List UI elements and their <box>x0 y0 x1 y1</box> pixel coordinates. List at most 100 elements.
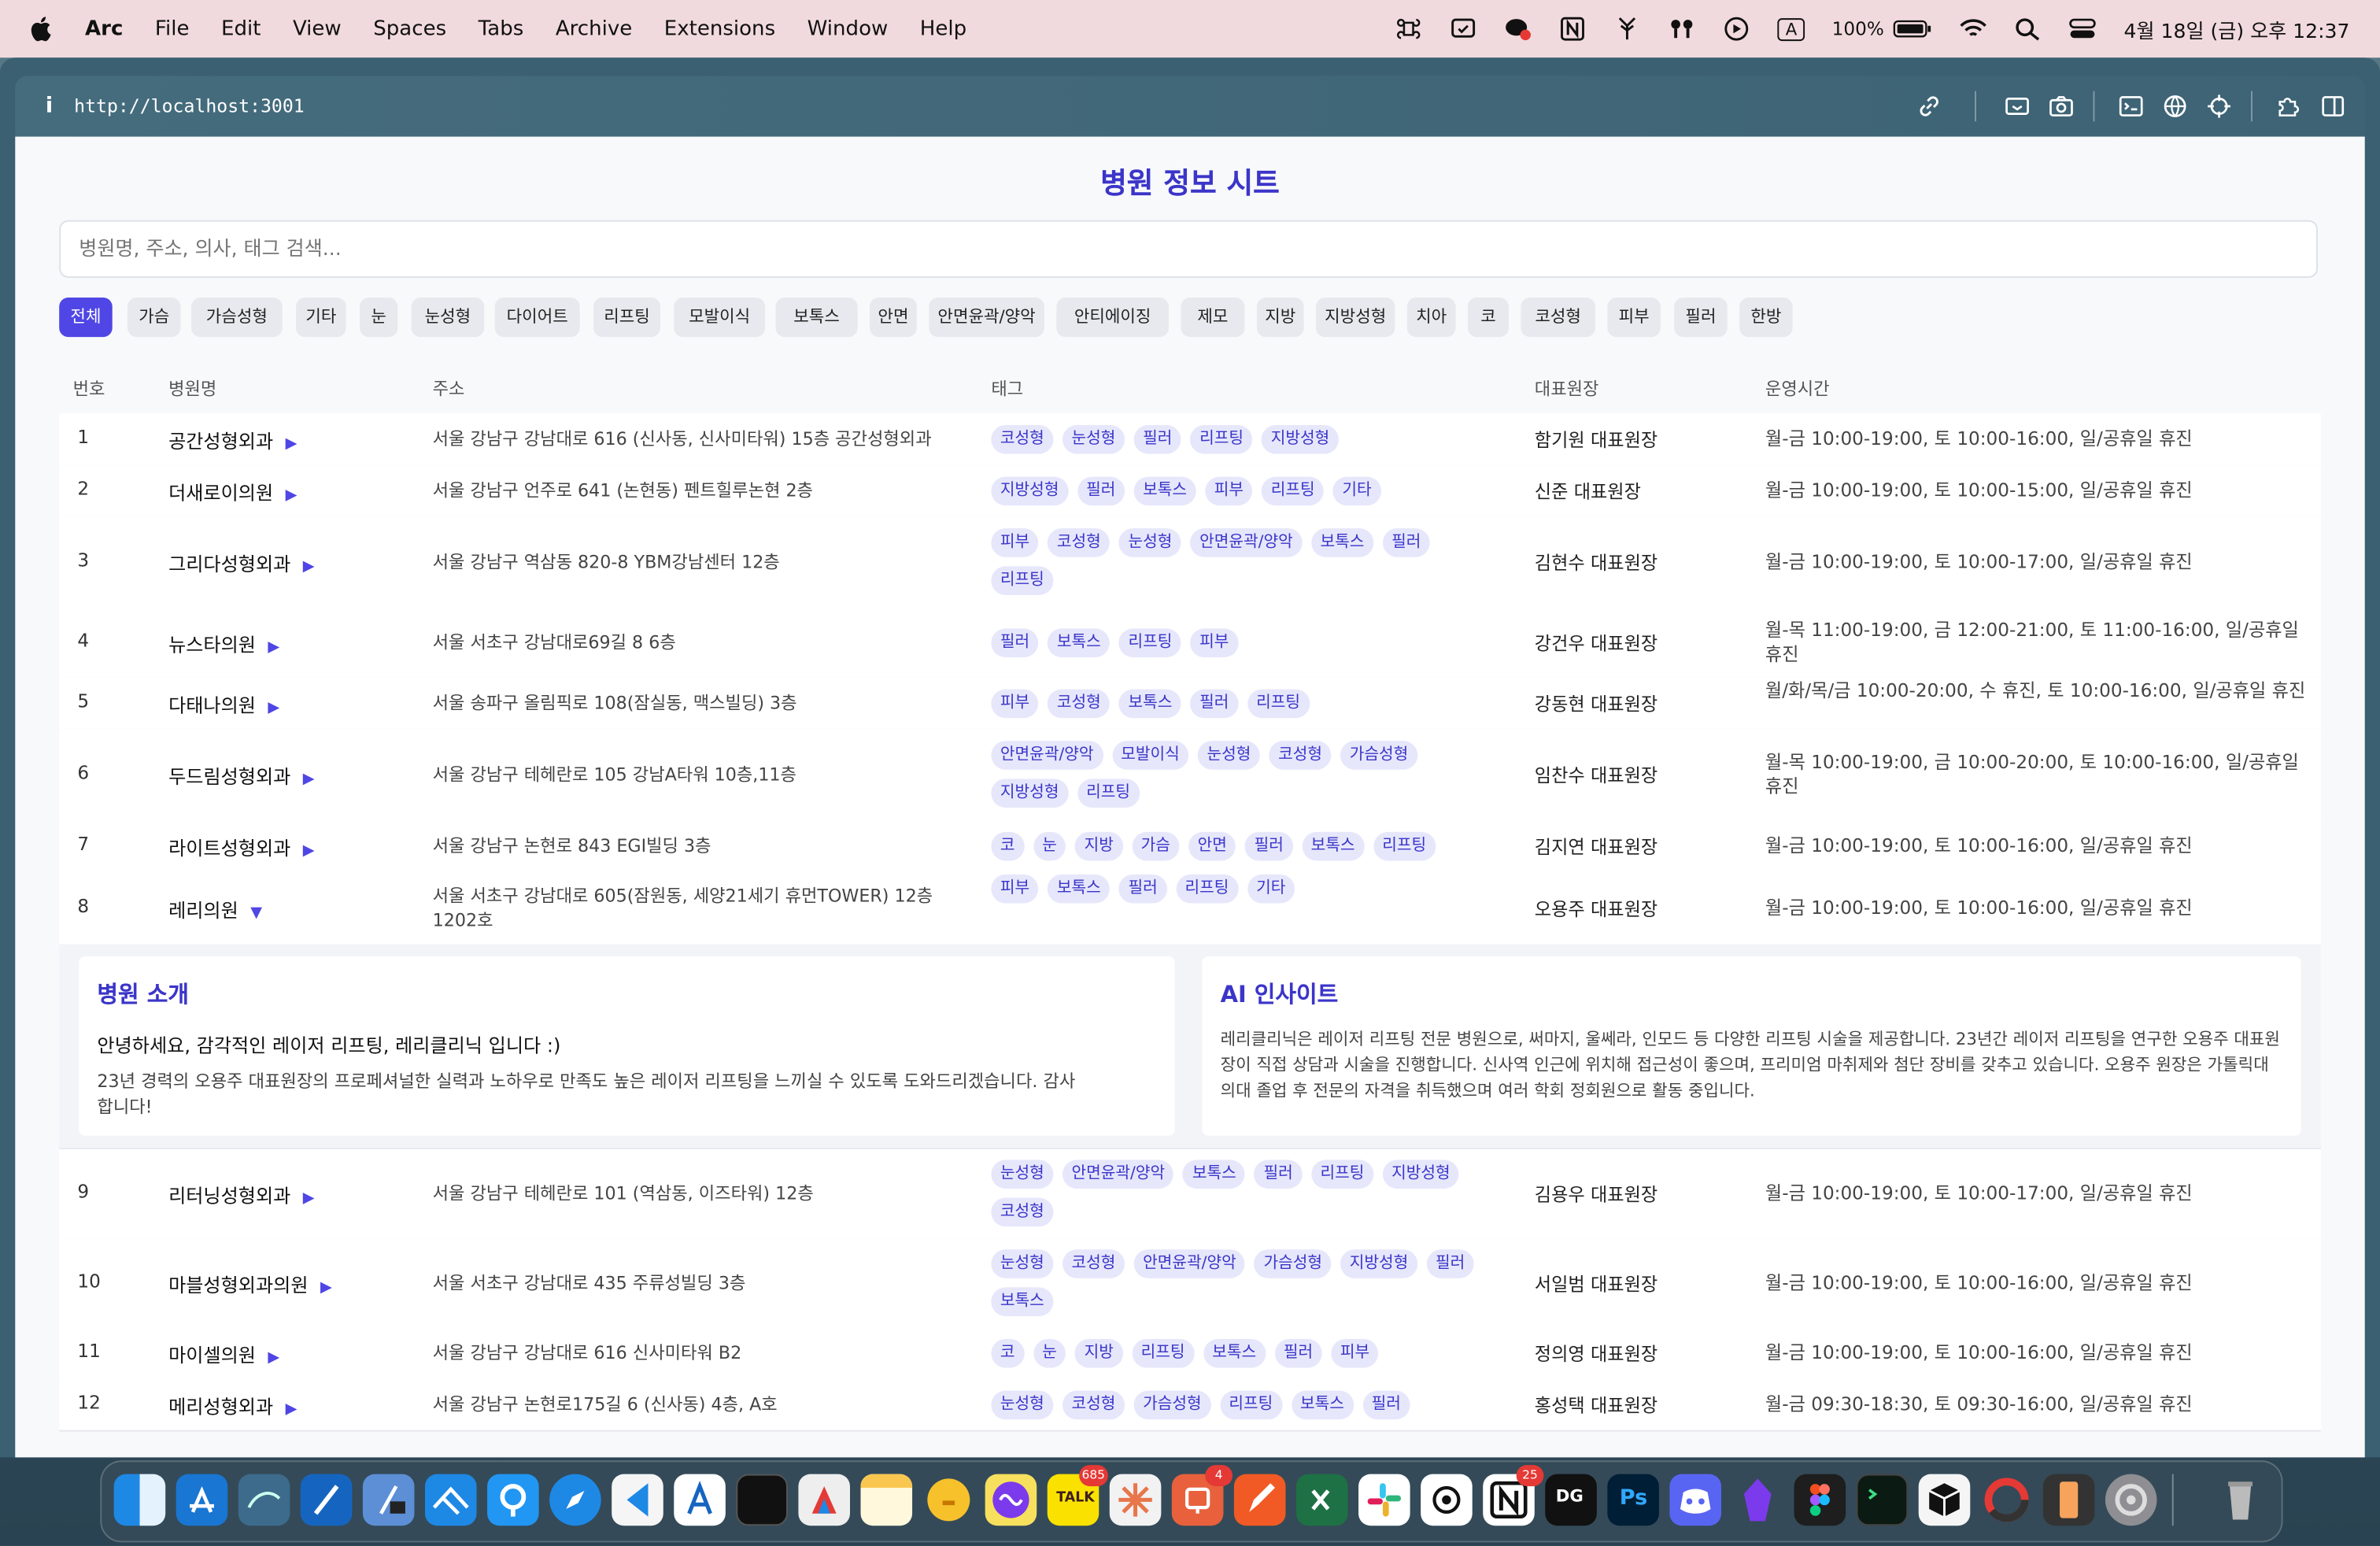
todo-icon[interactable]: 4 <box>1171 1465 1232 1526</box>
table-row[interactable]: 6 두드림성형외과 ▶ 서울 강남구 테헤란로 105 강남A타워 10층,11층 안면… <box>59 728 2321 822</box>
target-icon[interactable] <box>2207 94 2231 119</box>
filter-chip[interactable]: 안티에이징 <box>1056 297 1169 338</box>
apple-icon[interactable] <box>31 15 55 43</box>
filter-chip[interactable]: 보톡스 <box>775 297 858 338</box>
slack-icon[interactable] <box>1358 1474 1410 1526</box>
filter-chip[interactable]: 코 <box>1467 297 1509 338</box>
table-row[interactable]: 12 메리성형외과 ▶ 서울 강남구 논현로175길 6 (신사동) 4층, A호 눈성… <box>59 1378 2321 1432</box>
command-icon[interactable] <box>1395 17 1423 41</box>
chatgpt-icon[interactable] <box>1421 1474 1473 1526</box>
photoshop-icon[interactable]: Ps <box>1607 1474 1659 1526</box>
safari-icon[interactable] <box>549 1474 601 1526</box>
play-icon[interactable] <box>1724 17 1751 41</box>
expand-toggle-icon[interactable]: ▶ <box>303 771 315 788</box>
airpods-icon[interactable] <box>1669 17 1696 41</box>
table-row[interactable]: 11 마이셀의원 ▶ 서울 강남구 강남대로 616 신사미타워 B2 코 눈 지방 리프팅 보… <box>59 1326 2321 1381</box>
excel-icon[interactable] <box>1295 1474 1348 1526</box>
iterm-icon[interactable] <box>1856 1474 1909 1526</box>
wavebox-icon[interactable] <box>985 1474 1037 1526</box>
expand-toggle-icon[interactable]: ▶ <box>303 559 315 575</box>
table-row[interactable]: 10 마블성형외과의원 ▶ 서울 서초구 강남대로 435 주류성빌딩 3층 눈성형 코성… <box>59 1238 2321 1329</box>
filter-chip[interactable]: 리프팅 <box>593 297 660 338</box>
altool-icon[interactable] <box>674 1474 726 1526</box>
finder-icon[interactable] <box>113 1474 166 1526</box>
expand-toggle-icon[interactable]: ▼ <box>250 904 262 921</box>
url-text[interactable]: http://localhost:3001 <box>74 95 305 117</box>
menu-file[interactable]: File <box>155 17 190 41</box>
sidebar-toggle-icon[interactable] <box>2321 94 2345 119</box>
pen-app-icon[interactable] <box>1233 1474 1286 1526</box>
filter-chip[interactable]: 피부 <box>1607 297 1661 338</box>
menu-app-name[interactable]: Arc <box>85 17 123 41</box>
hospital-name[interactable]: 메리성형외과 ▶ <box>168 1391 297 1420</box>
notes-icon[interactable] <box>860 1474 913 1526</box>
expand-toggle-icon[interactable]: ▶ <box>268 639 279 656</box>
capture-icon[interactable] <box>2005 94 2030 119</box>
menu-window[interactable]: Window <box>808 17 889 41</box>
expand-toggle-icon[interactable]: ▶ <box>286 1401 298 1418</box>
obsidian-icon[interactable] <box>1731 1474 1783 1526</box>
vscode-icon[interactable] <box>612 1474 663 1526</box>
url-bar[interactable]: i http://localhost:3001 <box>15 76 2365 137</box>
ai-app-icon[interactable] <box>798 1474 850 1526</box>
site-info-icon[interactable]: i <box>46 94 53 119</box>
filter-chip[interactable]: 안면 <box>870 297 917 338</box>
notion-status-icon[interactable] <box>1559 17 1587 41</box>
table-row[interactable]: 2 더새로이의원 ▶ 서울 강남구 언주로 641 (논현동) 펜트힐루논현 2층 지방… <box>59 464 2321 518</box>
camera-icon[interactable] <box>2049 94 2074 119</box>
filter-chip[interactable]: 필러 <box>1674 297 1728 338</box>
filter-chip[interactable]: 지방 <box>1256 297 1304 338</box>
figma-icon[interactable] <box>1794 1474 1846 1526</box>
menu-archive[interactable]: Archive <box>556 17 632 41</box>
hospital-name[interactable]: 공간성형외과 ▶ <box>168 425 297 454</box>
fork-icon[interactable] <box>1614 17 1642 41</box>
col-header-address[interactable]: 주소 <box>433 376 465 401</box>
notion-icon[interactable]: 25 <box>1483 1465 1544 1526</box>
expand-toggle-icon[interactable]: ▶ <box>286 435 298 452</box>
table-row[interactable]: 1 공간성형외과 ▶ 서울 강남구 강남대로 616 (신사동, 신사미타워) 15층… <box>59 412 2321 467</box>
filter-chip[interactable]: 제모 <box>1181 297 1245 338</box>
discord-icon[interactable] <box>1669 1474 1721 1526</box>
table-row[interactable]: 3 그리다성형외과 ▶ 서울 강남구 역삼동 820-8 YBM강남센터 12층 피부 코… <box>59 516 2321 609</box>
hospital-name[interactable]: 레리의원 ▼ <box>168 894 262 923</box>
filter-chip[interactable]: 가슴 <box>127 297 181 338</box>
filter-chip[interactable]: 지방성형 <box>1316 297 1395 338</box>
extensions-icon[interactable] <box>2277 94 2301 119</box>
battery-icon[interactable] <box>1893 20 1932 38</box>
col-header-director[interactable]: 대표원장 <box>1535 376 1599 401</box>
menu-edit[interactable]: Edit <box>221 17 261 41</box>
expand-toggle-icon[interactable]: ▶ <box>303 1190 315 1207</box>
expand-toggle-icon[interactable]: ▶ <box>268 1349 279 1366</box>
expand-toggle-icon[interactable]: ▶ <box>320 1280 332 1296</box>
menu-help[interactable]: Help <box>920 17 966 41</box>
filter-chip[interactable]: 안면윤곽/양악 <box>929 297 1044 338</box>
filter-chip[interactable]: 전체 <box>59 297 113 338</box>
checklist-icon[interactable] <box>1451 17 1478 41</box>
hospital-name[interactable]: 그리다성형외과 ▶ <box>168 548 315 577</box>
table-row[interactable]: 5 다태나의원 ▶ 서울 송파구 올림픽로 108(잠실동, 맥스빌딩) 3층 피부 코성… <box>59 677 2321 730</box>
filter-chip[interactable]: 모발이식 <box>674 297 765 338</box>
hospital-name[interactable]: 다태나의원 ▶ <box>168 690 279 719</box>
trash-icon[interactable] <box>2215 1474 2267 1526</box>
expand-toggle-icon[interactable]: ▶ <box>286 487 298 504</box>
expand-toggle-icon[interactable]: ▶ <box>268 700 279 716</box>
search-input[interactable] <box>59 220 2318 278</box>
spotlight-search-icon[interactable] <box>2015 17 2042 41</box>
kakaotalk-icon[interactable]: TALK 685 <box>1047 1465 1108 1526</box>
cyberduck-icon[interactable] <box>923 1474 975 1526</box>
menu-spaces[interactable]: Spaces <box>373 17 446 41</box>
filter-chip[interactable]: 코성형 <box>1521 297 1595 338</box>
filter-chip[interactable]: 다이어트 <box>494 297 580 338</box>
table-row[interactable]: 8 레리의원 ▼ 서울 서초구 강남대로 605(잠원동, 세양21세기 휴먼TOWE… <box>59 871 2321 946</box>
menu-tabs[interactable]: Tabs <box>479 17 524 41</box>
box-app-icon[interactable] <box>1918 1474 1971 1526</box>
hospital-name[interactable]: 두드림성형외과 ▶ <box>168 760 315 790</box>
terminal-icon[interactable] <box>2119 94 2143 119</box>
xcode-icon[interactable] <box>300 1474 353 1526</box>
instruments-icon[interactable] <box>362 1474 415 1526</box>
expand-toggle-icon[interactable]: ▶ <box>303 842 315 859</box>
filter-chip[interactable]: 기타 <box>296 297 346 338</box>
control-center-icon[interactable] <box>2069 17 2097 41</box>
wifi-icon[interactable] <box>1960 17 1987 41</box>
table-row[interactable]: 7 라이트성형외과 ▶ 서울 강남구 논현로 843 EGI빌딩 3층 코 눈 지방 가슴 안면… <box>59 819 2321 873</box>
